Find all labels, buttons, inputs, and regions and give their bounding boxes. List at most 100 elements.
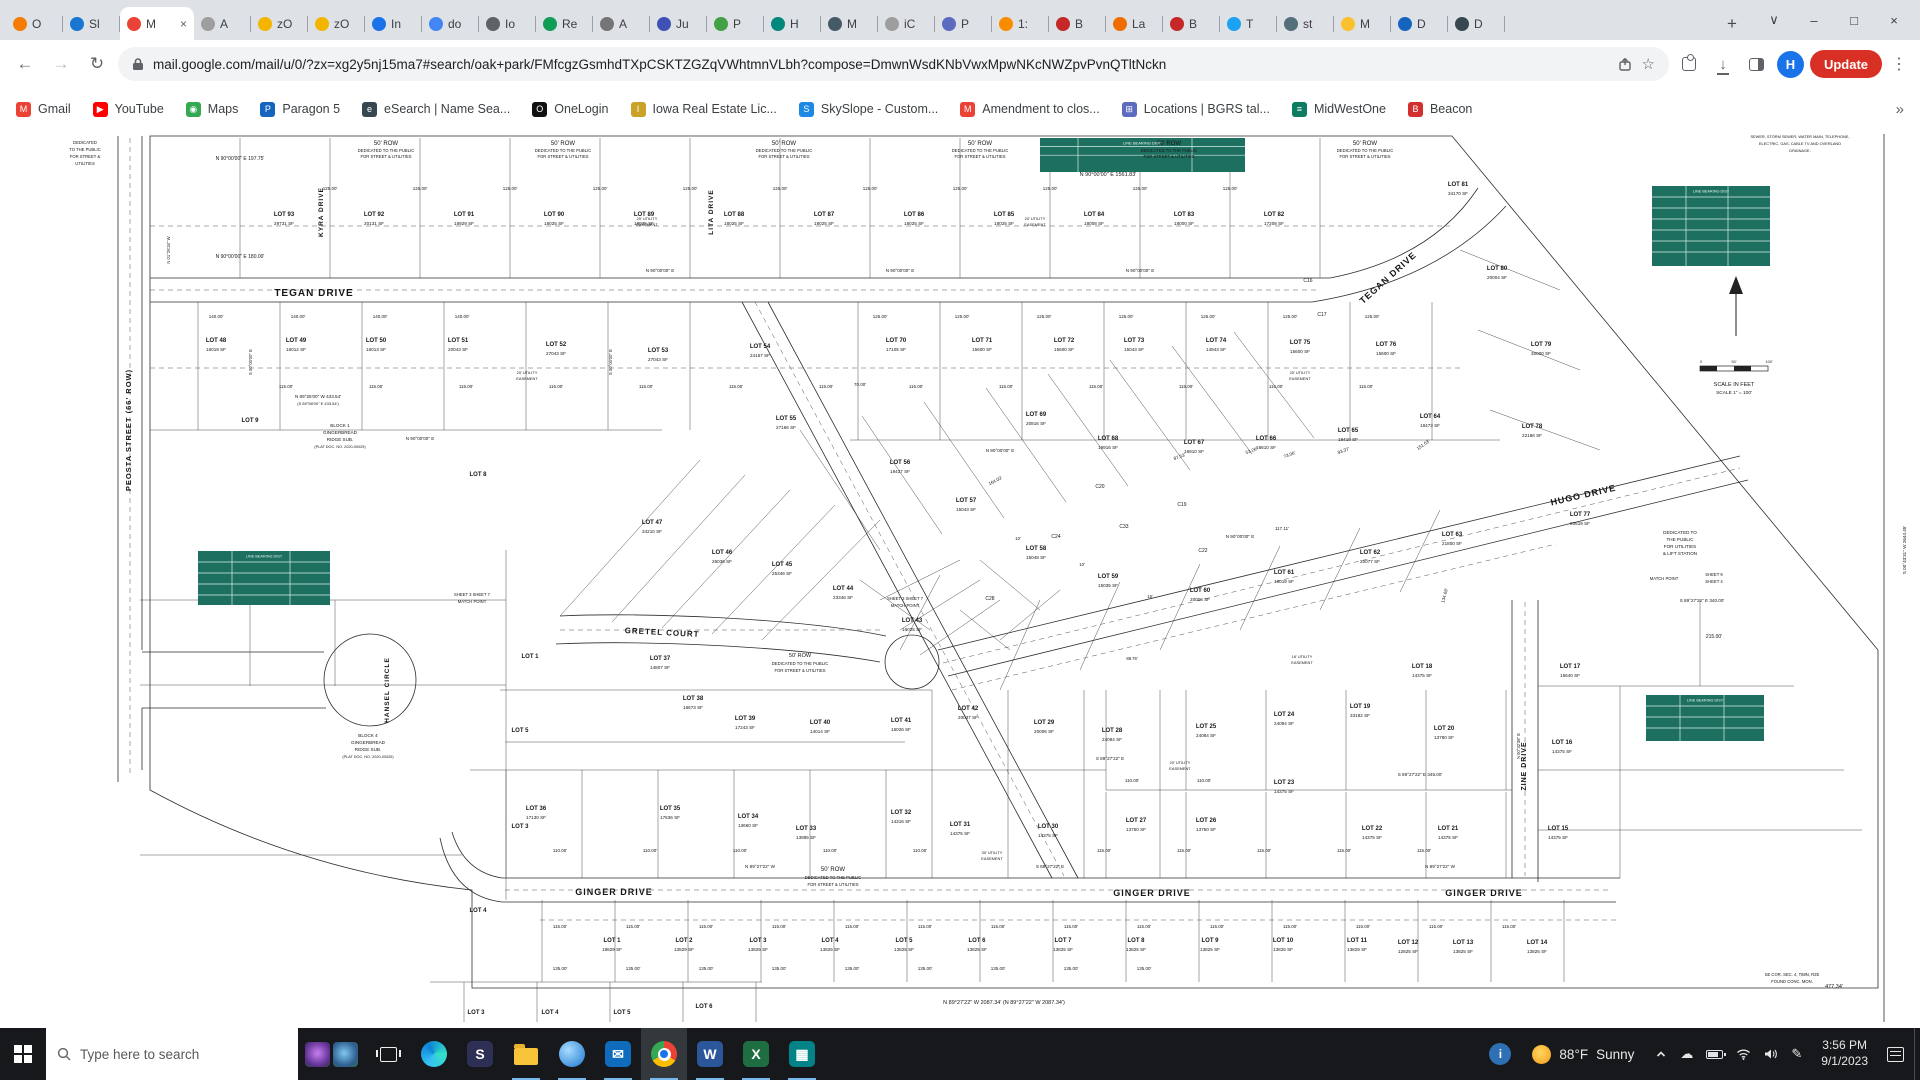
onedrive-icon[interactable]: ☁ [1680,1046,1693,1062]
browser-tab[interactable]: zO [251,7,308,40]
task-view-button[interactable] [365,1028,411,1080]
lot-area: 14375 SF [1412,673,1432,678]
browser-tab[interactable]: Re [536,7,593,40]
bookmark-star-icon[interactable]: ☆ [1641,55,1654,73]
browser-tab[interactable]: D [1448,7,1505,40]
pen-icon[interactable]: ✎ [1791,1046,1802,1062]
address-bar[interactable]: mail.google.com/mail/u/0/?zx=xg2y5nj15ma… [118,47,1669,81]
reload-button[interactable]: ↻ [82,49,112,79]
info-icon[interactable]: i [1489,1043,1511,1065]
browser-tab[interactable]: La [1106,7,1163,40]
browser-tab[interactable]: M× [120,7,194,40]
browser-tab[interactable]: M [1334,7,1391,40]
lot-label: LOT 16 [1552,740,1573,746]
share-icon[interactable] [1618,57,1632,71]
chrome-button[interactable] [641,1028,687,1080]
back-button[interactable]: ← [10,49,40,79]
minimize-button[interactable]: – [1794,0,1834,40]
search-highlight-thumbnails[interactable] [298,1028,365,1080]
tab-close-icon[interactable]: × [180,17,187,31]
bookmark-item[interactable]: BBeacon [1408,102,1472,117]
browser-tab[interactable]: Sl [63,7,120,40]
browser-tab[interactable]: A [593,7,650,40]
outlook-button[interactable]: ✉ [595,1028,641,1080]
lot-area: 15035 SF [1098,583,1118,588]
bookmark-item[interactable]: ⊞Locations | BGRS tal... [1122,102,1270,117]
browser-menu-icon[interactable]: ⋮ [1888,54,1910,74]
forward-button[interactable]: → [46,49,76,79]
excel-button[interactable]: X [733,1028,779,1080]
browser-tab[interactable]: M [821,7,878,40]
app-s-button[interactable]: S [457,1028,503,1080]
lot-label: LOT 71 [972,338,993,344]
bookmark-label: Iowa Real Estate Lic... [653,102,777,116]
weather-widget[interactable]: 88°F Sunny [1524,1045,1642,1064]
map-note: 20' UTILITY [1290,370,1311,375]
close-button[interactable]: × [1874,0,1914,40]
browser-tab[interactable]: O [6,7,63,40]
lot-label: LOT 1 [603,938,621,944]
browser-tab[interactable]: st [1277,7,1334,40]
browser-tab[interactable]: iC [878,7,935,40]
lot-area: 13825 SF [967,947,987,952]
action-center-icon[interactable] [1887,1047,1904,1062]
browser-tab[interactable]: Io [479,7,536,40]
bookmark-item[interactable]: OOneLogin [532,102,608,117]
bookmark-item[interactable]: eeSearch | Name Sea... [362,102,510,117]
browser-tab[interactable]: do [422,7,479,40]
bookmark-item[interactable]: PParagon 5 [260,102,340,117]
word-button[interactable]: W [687,1028,733,1080]
browser-tab[interactable]: zO [308,7,365,40]
bookmark-item[interactable]: ≡MidWestOne [1292,102,1386,117]
new-tab-button[interactable]: + [1718,10,1746,38]
tray-chevron-icon[interactable] [1655,1048,1667,1060]
taskbar-clock[interactable]: 3:56 PM 9/1/2023 [1815,1038,1874,1069]
bookmark-item[interactable]: IIowa Real Estate Lic... [631,102,777,117]
map-note: 73.06' [1283,450,1296,459]
wifi-icon[interactable] [1736,1048,1751,1060]
browser-tab[interactable]: H [764,7,821,40]
plat-lot-lines [140,138,1862,1022]
browser-tab[interactable]: B [1049,7,1106,40]
side-panel-icon[interactable] [1743,50,1771,78]
browser-tab[interactable]: B [1163,7,1220,40]
file-explorer-button[interactable] [503,1028,549,1080]
battery-icon[interactable] [1706,1050,1723,1059]
taskbar-search-input[interactable]: Type here to search [46,1028,298,1080]
bookmark-item[interactable]: ◉Maps [186,102,239,117]
bookmark-item[interactable]: MAmendment to clos... [960,102,1099,117]
edge-button[interactable] [411,1028,457,1080]
profile-avatar[interactable]: H [1777,51,1804,78]
browser-tab[interactable]: D [1391,7,1448,40]
tab-search-icon[interactable]: ∨ [1754,0,1794,40]
map-note: MATCH POINT [1650,576,1679,581]
app-teal-button[interactable]: ▦ [779,1028,825,1080]
browser-tab[interactable]: A [194,7,251,40]
extensions-icon[interactable] [1675,50,1703,78]
maximize-button[interactable]: □ [1834,0,1874,40]
app-blue-button[interactable] [549,1028,595,1080]
lot-area: 17243 SF [735,725,755,730]
bookmark-item[interactable]: SSkySlope - Custom... [799,102,938,117]
downloads-icon[interactable]: ↓ [1709,50,1737,78]
bookmarks-overflow-icon[interactable]: » [1896,101,1904,118]
browser-tab[interactable]: P [935,7,992,40]
bookmark-item[interactable]: ▶YouTube [93,102,164,117]
lot-area: 18025 SF [814,221,834,226]
url-text[interactable]: mail.google.com/mail/u/0/?zx=xg2y5nj15ma… [153,57,1609,72]
browser-tab[interactable]: 1: [992,7,1049,40]
lot-area: 27043 SF [648,357,668,362]
lot-label: LOT 41 [891,718,912,724]
browser-tab[interactable]: P [707,7,764,40]
start-button[interactable] [0,1028,46,1080]
browser-tab[interactable]: Ju [650,7,707,40]
volume-icon[interactable] [1764,1048,1778,1060]
bookmark-item[interactable]: MGmail [16,102,71,117]
bookmark-label: Maps [208,102,239,116]
chrome-update-button[interactable]: Update [1810,50,1882,78]
browser-tab[interactable]: T [1220,7,1277,40]
lot-area: 15600 SF [1376,351,1396,356]
browser-tab[interactable]: In [365,7,422,40]
show-desktop-button[interactable] [1914,1028,1920,1080]
map-note: S 00°43'31" W 2644.45' [1902,526,1907,575]
